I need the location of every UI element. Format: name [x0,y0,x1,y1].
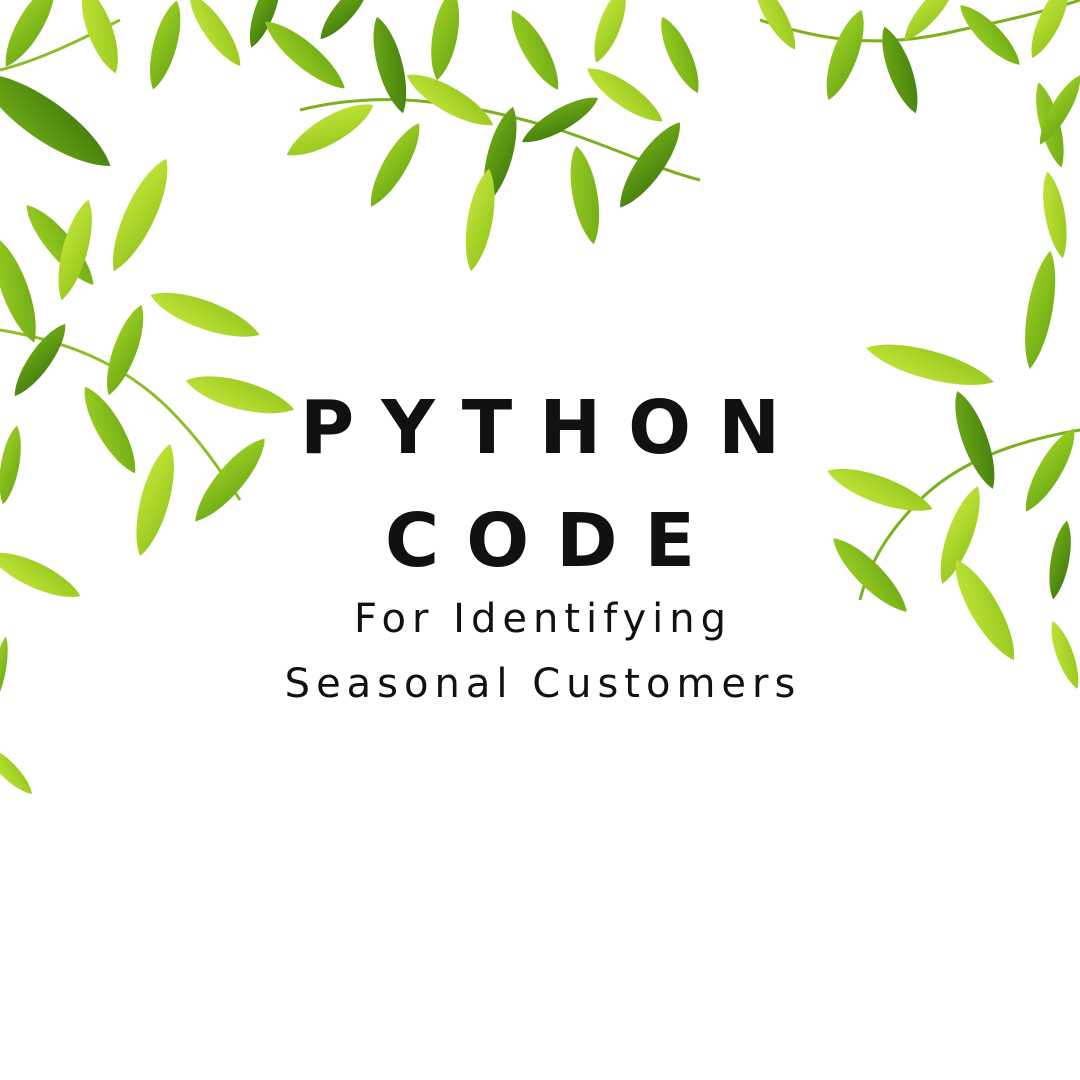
poster-canvas: PYTHON CODE For Identifying Seasonal Cus… [0,0,1080,1080]
leaf-cluster-left [0,196,298,800]
leaves-illustration [0,0,1080,800]
leaf-cluster-right [822,70,1080,692]
leaf-cluster-top-left [0,0,288,293]
leaf-cluster-top-right [746,0,1080,171]
leaf-cluster-top-center [257,0,708,274]
